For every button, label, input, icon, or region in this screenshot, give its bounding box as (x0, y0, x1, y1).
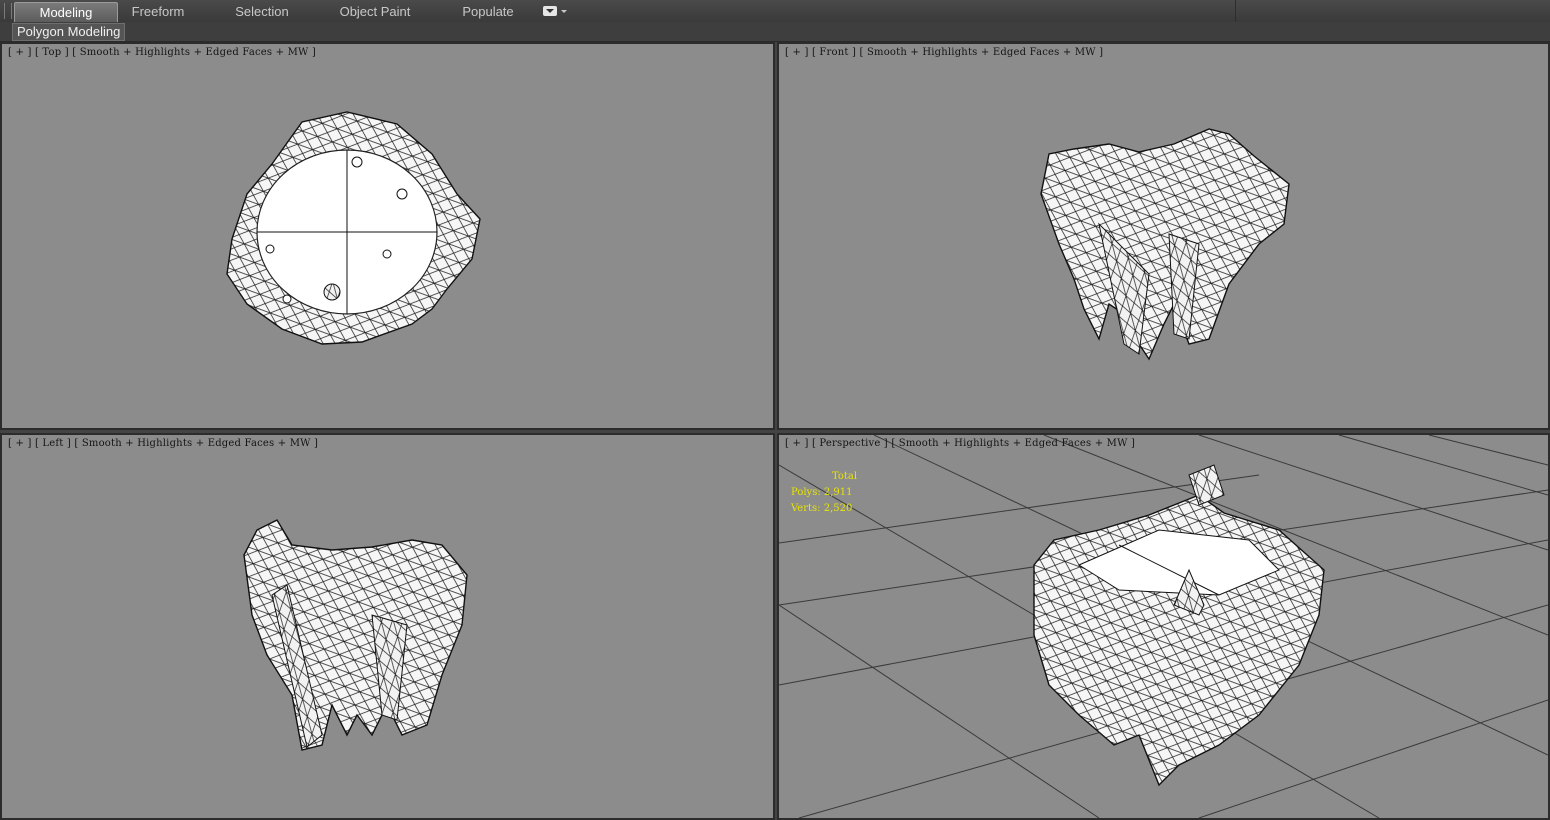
tab-modeling[interactable]: Modeling (14, 2, 118, 22)
perspective-grid (779, 435, 1548, 818)
ribbon-tab-bar: Modeling Freeform Selection Object Paint… (0, 0, 1550, 23)
stats-title: Total (832, 471, 858, 482)
viewport-front[interactable]: [ + ] [ Front ] [ Smooth + Highlights + … (777, 42, 1550, 430)
viewport-view-name[interactable]: [ Perspective ] (812, 438, 888, 449)
tab-object-paint[interactable]: Object Paint (330, 2, 420, 21)
viewport-left[interactable]: [ + ] [ Left ] [ Smooth + Highlights + E… (0, 433, 775, 820)
panel-dropdown-icon[interactable] (543, 5, 567, 18)
ribbon-grip-icon[interactable] (4, 3, 12, 19)
stats-verts: Verts: 2,520 (791, 503, 853, 514)
mesh-front-view[interactable] (779, 44, 1548, 428)
mesh-top-view[interactable] (2, 44, 773, 428)
viewport-perspective[interactable]: [ + ] [ Perspective ] [ Smooth + Highlig… (777, 433, 1550, 820)
ribbon-panel: Polygon Modeling (0, 22, 1550, 42)
mesh-left-view[interactable] (2, 435, 773, 818)
ribbon-divider (1235, 0, 1236, 22)
tab-selection[interactable]: Selection (220, 2, 304, 21)
viewport-shading-mode[interactable]: [ Smooth + Highlights + Edged Faces + MW… (891, 438, 1135, 449)
polygon-modeling-button[interactable]: Polygon Modeling (12, 23, 126, 41)
tab-populate[interactable]: Populate (448, 2, 528, 21)
viewport-top[interactable]: [ + ] [ Top ] [ Smooth + Highlights + Ed… (0, 42, 775, 430)
viewport-label: [ + ] [ Perspective ] [ Smooth + Highlig… (785, 438, 1135, 449)
scene-statistics: Total Polys: 2,911 Verts: 2,520 (791, 469, 857, 517)
tab-freeform[interactable]: Freeform (117, 2, 199, 21)
stats-polys: Polys: 2,911 (791, 487, 853, 498)
viewport-menu-plus[interactable]: [ + ] (785, 438, 809, 449)
